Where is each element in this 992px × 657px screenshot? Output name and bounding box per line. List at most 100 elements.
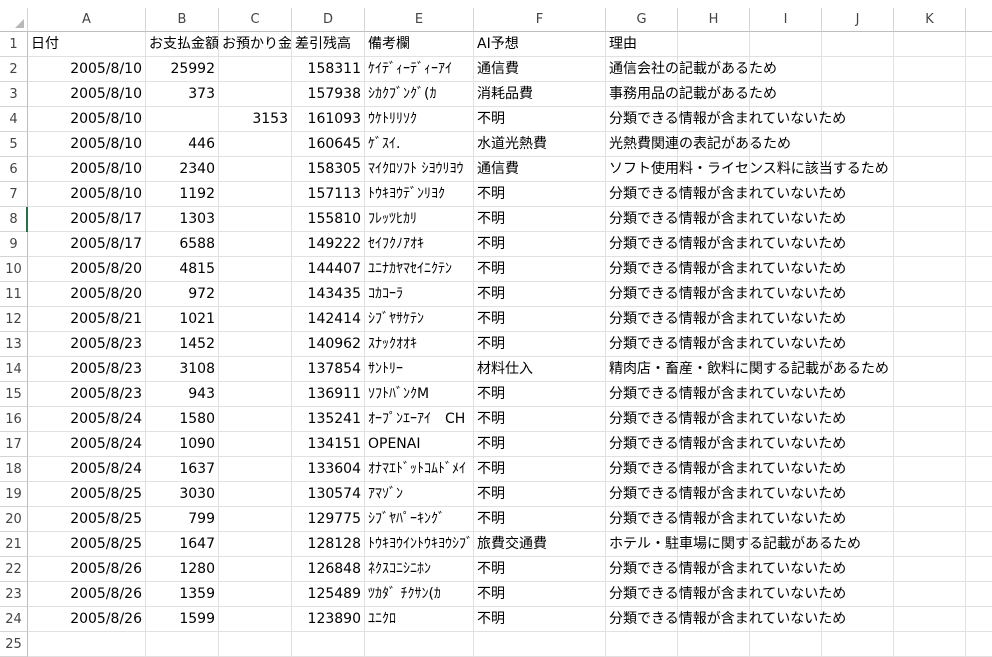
cell-memo[interactable]: ﾕﾆｸﾛ <box>365 607 474 632</box>
cell-date[interactable]: 2005/8/24 <box>28 457 146 482</box>
cell-reason[interactable]: 分類できる情報が含まれていないため <box>606 457 846 482</box>
row-header[interactable]: 1 <box>0 32 28 57</box>
cell-empty[interactable] <box>894 332 966 357</box>
cell-empty[interactable] <box>606 632 678 657</box>
column-header-g[interactable]: G <box>606 8 678 32</box>
cell-empty[interactable] <box>894 357 966 382</box>
cell-ai-prediction[interactable]: 通信費 <box>474 57 606 82</box>
cell-empty[interactable] <box>966 257 992 282</box>
cell-memo[interactable]: ｻﾝﾄﾘｰ <box>365 357 474 382</box>
cell-c1[interactable]: お預かり金額 <box>219 32 292 57</box>
cell-deposit[interactable] <box>219 407 292 432</box>
cell-empty[interactable] <box>894 307 966 332</box>
cell-empty[interactable] <box>966 432 992 457</box>
cell-empty[interactable] <box>966 132 992 157</box>
column-header-j[interactable]: J <box>822 8 894 32</box>
column-header-k[interactable]: K <box>894 8 966 32</box>
cell-balance[interactable]: 134151 <box>292 432 365 457</box>
cell-empty[interactable] <box>966 457 992 482</box>
row-header[interactable]: 4 <box>0 107 28 132</box>
cell-date[interactable]: 2005/8/17 <box>28 232 146 257</box>
cell-memo[interactable]: ｹﾞｽｲ. <box>365 132 474 157</box>
cell-ai-prediction[interactable]: 不明 <box>474 582 606 607</box>
cell-deposit[interactable] <box>219 382 292 407</box>
cell-balance[interactable]: 136911 <box>292 382 365 407</box>
cell-j1[interactable] <box>822 32 894 57</box>
cell-empty[interactable] <box>894 632 966 657</box>
cell-payment[interactable]: 25992 <box>146 57 219 82</box>
cell-payment[interactable]: 446 <box>146 132 219 157</box>
cell-i1[interactable] <box>750 32 822 57</box>
column-header-f[interactable]: F <box>474 8 606 32</box>
cell-payment[interactable]: 1303 <box>146 207 219 232</box>
cell-payment[interactable]: 2340 <box>146 157 219 182</box>
select-all-corner[interactable] <box>0 8 28 32</box>
column-header-e[interactable]: E <box>365 8 474 32</box>
cell-date[interactable]: 2005/8/23 <box>28 357 146 382</box>
column-header-i[interactable]: I <box>750 8 822 32</box>
cell-ai-prediction[interactable]: 不明 <box>474 232 606 257</box>
cell-empty[interactable] <box>966 357 992 382</box>
cell-payment[interactable]: 1192 <box>146 182 219 207</box>
cell-payment[interactable] <box>146 107 219 132</box>
cell-balance[interactable]: 142414 <box>292 307 365 332</box>
cell-payment[interactable]: 3108 <box>146 357 219 382</box>
cell-payment[interactable]: 3030 <box>146 482 219 507</box>
cell-empty[interactable] <box>966 632 992 657</box>
cell-date[interactable]: 2005/8/26 <box>28 607 146 632</box>
cell-empty[interactable] <box>894 407 966 432</box>
cell-empty[interactable] <box>894 157 966 182</box>
column-header-c[interactable]: C <box>219 8 292 32</box>
cell-reason[interactable]: ソフト使用料・ライセンス料に該当するため <box>606 157 889 182</box>
row-header[interactable]: 8 <box>0 207 28 232</box>
cell-h1[interactable] <box>678 32 750 57</box>
cell-deposit[interactable] <box>219 182 292 207</box>
cell-reason[interactable]: 精肉店・畜産・飲料に関する記載があるため <box>606 357 889 382</box>
cell-balance[interactable]: 144407 <box>292 257 365 282</box>
cell-empty[interactable] <box>219 632 292 657</box>
cell-empty[interactable] <box>894 482 966 507</box>
cell-empty[interactable] <box>894 257 966 282</box>
cell-ai-prediction[interactable]: 通信費 <box>474 157 606 182</box>
cell-balance[interactable]: 135241 <box>292 407 365 432</box>
cell-memo[interactable]: ｼﾌﾞﾔﾊﾟｰｷﾝｸﾞ <box>365 507 474 532</box>
cell-payment[interactable]: 4815 <box>146 257 219 282</box>
row-header[interactable]: 16 <box>0 407 28 432</box>
cell-date[interactable]: 2005/8/26 <box>28 582 146 607</box>
cell-reason[interactable]: 分類できる情報が含まれていないため <box>606 557 846 582</box>
row-header[interactable]: 21 <box>0 532 28 557</box>
cell-ai-prediction[interactable]: 不明 <box>474 432 606 457</box>
cell-deposit[interactable] <box>219 332 292 357</box>
row-header[interactable]: 23 <box>0 582 28 607</box>
cell-balance[interactable]: 126848 <box>292 557 365 582</box>
cell-memo[interactable]: ｵﾅﾏｴﾄﾞｯﾄｺﾑﾄﾞﾒｲ <box>365 457 474 482</box>
cell-empty[interactable] <box>966 407 992 432</box>
cell-reason[interactable]: 分類できる情報が含まれていないため <box>606 282 846 307</box>
cell-f1[interactable]: AI予想 <box>474 32 606 57</box>
column-header-d[interactable]: D <box>292 8 365 32</box>
cell-reason[interactable]: 分類できる情報が含まれていないため <box>606 232 846 257</box>
cell-payment[interactable]: 1090 <box>146 432 219 457</box>
row-header[interactable]: 17 <box>0 432 28 457</box>
cell-empty[interactable] <box>894 57 966 82</box>
cell-empty[interactable] <box>894 232 966 257</box>
cell-deposit[interactable] <box>219 557 292 582</box>
cell-ai-prediction[interactable]: 材料仕入 <box>474 357 606 382</box>
cell-reason[interactable]: 分類できる情報が含まれていないため <box>606 332 846 357</box>
cell-empty[interactable] <box>894 557 966 582</box>
cell-k1[interactable] <box>894 32 966 57</box>
row-header[interactable]: 22 <box>0 557 28 582</box>
cell-ai-prediction[interactable]: 不明 <box>474 557 606 582</box>
cell-empty[interactable] <box>678 632 750 657</box>
cell-empty[interactable] <box>894 507 966 532</box>
cell-balance[interactable]: 157938 <box>292 82 365 107</box>
cell-memo[interactable]: ｾｲﾌｸﾉｱｵｷ <box>365 232 474 257</box>
row-header[interactable]: 25 <box>0 632 28 657</box>
cell-empty[interactable] <box>750 632 822 657</box>
row-header[interactable]: 14 <box>0 357 28 382</box>
row-header[interactable]: 10 <box>0 257 28 282</box>
cell-date[interactable]: 2005/8/21 <box>28 307 146 332</box>
cell-date[interactable]: 2005/8/20 <box>28 257 146 282</box>
cell-empty[interactable] <box>966 582 992 607</box>
cell-reason[interactable]: 分類できる情報が含まれていないため <box>606 432 846 457</box>
